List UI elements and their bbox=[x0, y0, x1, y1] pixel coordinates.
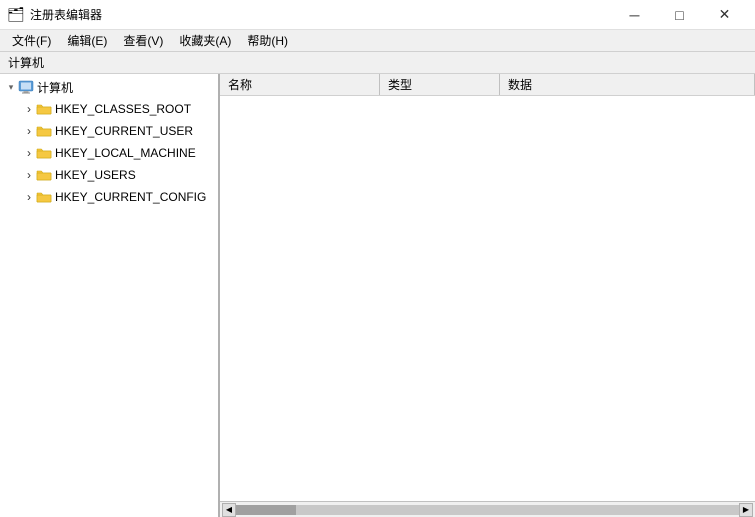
scroll-right-button[interactable]: ▶ bbox=[739, 503, 753, 517]
tree-item-hkey_users[interactable]: › HKEY_USERS bbox=[0, 164, 218, 186]
menu-bar: 文件(F)编辑(E)查看(V)收藏夹(A)帮助(H) bbox=[0, 30, 755, 52]
tree-label-3: HKEY_USERS bbox=[55, 168, 136, 182]
col-header-data[interactable]: 数据 bbox=[500, 74, 755, 95]
title-bar: 🗂 注册表编辑器 ─ □ ✕ bbox=[0, 0, 755, 30]
menu-item-2[interactable]: 查看(V) bbox=[115, 30, 171, 52]
tree-children: › HKEY_CLASSES_ROOT› HKEY_CURRENT_USER› … bbox=[0, 98, 218, 208]
col-header-name[interactable]: 名称 bbox=[220, 74, 380, 95]
breadcrumb: 计算机 bbox=[0, 52, 755, 74]
title-controls: ─ □ ✕ bbox=[612, 0, 747, 30]
folder-icon-2 bbox=[36, 146, 52, 160]
title-text: 注册表编辑器 bbox=[30, 6, 102, 23]
tree-panel: ▾ 计算机 › HKEY_CLASSES_ROOT› HKEY_CURRENT_… bbox=[0, 74, 220, 517]
folder-icon-4 bbox=[36, 190, 52, 204]
tree-root-label: 计算机 bbox=[37, 79, 73, 96]
expand-icon-2: › bbox=[22, 146, 36, 160]
scrollbar-thumb bbox=[236, 505, 296, 515]
col-header-type[interactable]: 类型 bbox=[380, 74, 500, 95]
tree-label-0: HKEY_CLASSES_ROOT bbox=[55, 102, 191, 116]
expand-icon-1: › bbox=[22, 124, 36, 138]
maximize-button[interactable]: □ bbox=[657, 0, 702, 30]
breadcrumb-text: 计算机 bbox=[8, 54, 44, 71]
main-content: ▾ 计算机 › HKEY_CLASSES_ROOT› HKEY_CURRENT_… bbox=[0, 74, 755, 517]
menu-item-1[interactable]: 编辑(E) bbox=[59, 30, 115, 52]
expand-icon-3: › bbox=[22, 168, 36, 182]
expand-icon-0: › bbox=[22, 102, 36, 116]
computer-icon bbox=[18, 80, 34, 94]
tree-label-4: HKEY_CURRENT_CONFIG bbox=[55, 190, 206, 204]
tree-item-hkey_classes_root[interactable]: › HKEY_CLASSES_ROOT bbox=[0, 98, 218, 120]
right-panel: 名称 类型 数据 ◀ ▶ bbox=[220, 74, 755, 517]
title-bar-left: 🗂 注册表编辑器 bbox=[8, 6, 102, 23]
menu-item-0[interactable]: 文件(F) bbox=[4, 30, 59, 52]
tree-label-1: HKEY_CURRENT_USER bbox=[55, 124, 193, 138]
expand-icon-4: › bbox=[22, 190, 36, 204]
tree-item-hkey_current_config[interactable]: › HKEY_CURRENT_CONFIG bbox=[0, 186, 218, 208]
right-content bbox=[220, 96, 755, 501]
tree-item-hkey_local_machine[interactable]: › HKEY_LOCAL_MACHINE bbox=[0, 142, 218, 164]
minimize-button[interactable]: ─ bbox=[612, 0, 657, 30]
app-icon: 🗂 bbox=[8, 7, 24, 23]
expand-icon-computer: ▾ bbox=[4, 80, 18, 94]
right-panel-header: 名称 类型 数据 bbox=[220, 74, 755, 96]
close-button[interactable]: ✕ bbox=[702, 0, 747, 30]
right-scrollbar: ◀ ▶ bbox=[220, 501, 755, 517]
menu-item-3[interactable]: 收藏夹(A) bbox=[171, 30, 239, 52]
menu-item-4[interactable]: 帮助(H) bbox=[239, 30, 296, 52]
tree-item-hkey_current_user[interactable]: › HKEY_CURRENT_USER bbox=[0, 120, 218, 142]
scroll-left-button[interactable]: ◀ bbox=[222, 503, 236, 517]
tree-label-2: HKEY_LOCAL_MACHINE bbox=[55, 146, 196, 160]
folder-icon-3 bbox=[36, 168, 52, 182]
scrollbar-track[interactable] bbox=[236, 505, 739, 515]
folder-icon-1 bbox=[36, 124, 52, 138]
folder-icon-0 bbox=[36, 102, 52, 116]
tree-item-computer[interactable]: ▾ 计算机 bbox=[0, 76, 218, 98]
